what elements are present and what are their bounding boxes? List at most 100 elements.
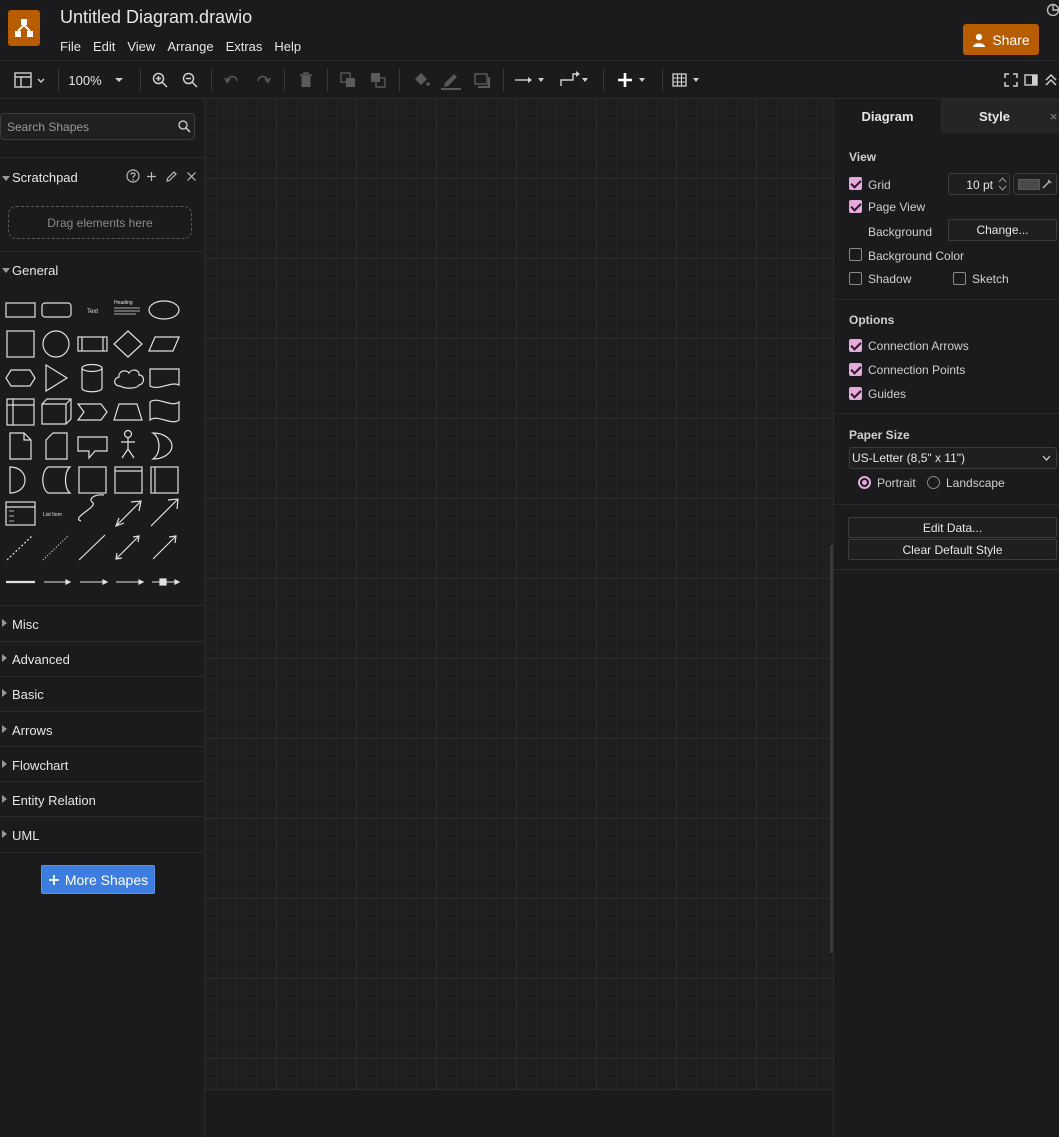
shape-parallelogram[interactable] — [148, 336, 180, 352]
shape-swimlane[interactable] — [114, 466, 143, 494]
shape-text[interactable]: Text — [87, 309, 98, 315]
shape-note[interactable] — [9, 432, 32, 460]
shape-square[interactable] — [6, 330, 35, 358]
shape-callout[interactable] — [77, 436, 108, 460]
shape-trapezoid[interactable] — [113, 403, 143, 421]
document-title[interactable]: Untitled Diagram.drawio — [60, 7, 252, 28]
landscape-radio[interactable] — [927, 476, 940, 489]
scratchpad-header[interactable]: Scratchpad — [0, 169, 205, 189]
search-shapes-box[interactable] — [0, 113, 195, 140]
general-section-header[interactable]: General — [0, 261, 205, 281]
shape-vertical-container[interactable] — [150, 466, 179, 494]
shape-cloud[interactable] — [114, 369, 145, 389]
shape-card[interactable] — [45, 432, 68, 460]
page-view-checkbox[interactable] — [849, 200, 862, 213]
share-button[interactable]: Share — [963, 24, 1039, 55]
change-background-button[interactable]: Change... — [948, 219, 1057, 241]
grid-color-picker[interactable] — [1013, 173, 1057, 195]
line-color-button[interactable] — [440, 69, 462, 91]
background-color-checkbox[interactable] — [849, 248, 862, 261]
table-dropdown[interactable] — [672, 69, 706, 91]
close-icon[interactable] — [186, 171, 197, 182]
search-icon[interactable] — [178, 120, 191, 133]
shape-triangle[interactable] — [45, 363, 69, 393]
connection-arrows-checkbox[interactable] — [849, 339, 862, 352]
shape-bidirectional-arrow[interactable] — [114, 500, 142, 528]
shape-or[interactable] — [150, 432, 173, 460]
section-arrows[interactable]: Arrows — [0, 721, 205, 741]
grid-checkbox[interactable] — [849, 177, 862, 190]
more-shapes-button[interactable]: More Shapes — [41, 865, 155, 894]
shadow-button[interactable] — [471, 69, 493, 91]
insert-dropdown[interactable] — [614, 69, 650, 91]
shape-rectangle[interactable] — [5, 302, 36, 318]
shape-hexagon[interactable] — [5, 369, 36, 387]
delete-button[interactable] — [296, 69, 316, 91]
shape-document[interactable] — [149, 368, 180, 388]
section-uml[interactable]: UML — [0, 826, 205, 846]
connection-style-dropdown[interactable] — [514, 69, 548, 91]
zoom-out-button[interactable] — [180, 69, 200, 91]
format-panel-toggle[interactable] — [12, 69, 46, 91]
redo-button[interactable] — [253, 69, 273, 91]
shape-step[interactable] — [76, 403, 108, 421]
section-entity-relation[interactable]: Entity Relation — [0, 791, 205, 811]
section-basic[interactable]: Basic — [0, 685, 205, 705]
shape-rounded-rectangle[interactable] — [41, 302, 72, 318]
shape-container[interactable] — [78, 466, 107, 494]
shape-edge-with-box[interactable] — [152, 578, 181, 586]
shadow-checkbox[interactable] — [849, 272, 862, 285]
shape-internal-storage[interactable] — [6, 398, 35, 426]
guides-checkbox[interactable] — [849, 387, 862, 400]
paper-size-select[interactable]: US-Letter (8,5" x 11") — [849, 447, 1057, 469]
menu-view[interactable]: View — [127, 39, 161, 54]
to-front-button[interactable] — [338, 69, 358, 91]
connection-points-checkbox[interactable] — [849, 363, 862, 376]
fullscreen-button[interactable] — [1003, 69, 1019, 91]
collapse-button[interactable] — [1043, 69, 1059, 91]
portrait-radio[interactable] — [858, 476, 871, 489]
shape-bidirectional-connector[interactable] — [115, 535, 140, 560]
menu-arrange[interactable]: Arrange — [167, 39, 219, 54]
shape-ellipse[interactable] — [148, 300, 180, 320]
shape-process[interactable] — [77, 336, 108, 352]
sketch-checkbox[interactable] — [953, 272, 966, 285]
diagram-canvas[interactable] — [205, 99, 833, 1089]
dark-mode-icon[interactable] — [1045, 2, 1059, 16]
shape-edge-label-2[interactable] — [80, 579, 109, 585]
tab-diagram[interactable]: Diagram — [834, 99, 941, 133]
to-back-button[interactable] — [368, 69, 388, 91]
menu-file[interactable]: File — [60, 39, 87, 54]
section-misc[interactable]: Misc — [0, 615, 205, 635]
shape-list-item[interactable]: List Item — [43, 512, 62, 518]
shape-delay[interactable] — [9, 466, 26, 494]
shape-cube[interactable] — [41, 398, 72, 425]
edit-data-button[interactable]: Edit Data... — [848, 517, 1057, 538]
clear-default-style-button[interactable]: Clear Default Style — [848, 539, 1057, 560]
shape-arrow[interactable] — [150, 498, 179, 527]
shape-diamond[interactable] — [113, 330, 143, 358]
shape-line[interactable] — [78, 534, 106, 561]
scratchpad-drop-zone[interactable]: Drag elements here — [8, 206, 192, 239]
shape-curve[interactable] — [78, 494, 105, 522]
edit-icon[interactable] — [165, 170, 178, 183]
format-panel-button[interactable] — [1023, 69, 1039, 91]
waypoints-dropdown[interactable] — [558, 69, 592, 91]
menu-help[interactable]: Help — [274, 39, 307, 54]
zoom-dropdown[interactable]: 100% — [68, 69, 126, 91]
add-icon[interactable] — [146, 171, 157, 182]
help-icon[interactable] — [126, 169, 140, 183]
tab-style[interactable]: Style — [941, 99, 1047, 133]
shape-data-storage[interactable] — [42, 466, 72, 494]
zoom-in-button[interactable] — [150, 69, 170, 91]
fill-color-button[interactable] — [410, 69, 432, 91]
section-flowchart[interactable]: Flowchart — [0, 756, 205, 776]
spinner-icon[interactable] — [998, 177, 1007, 191]
shape-circle[interactable] — [42, 330, 70, 358]
shape-dotted-line[interactable] — [42, 534, 70, 561]
shape-dashed-line[interactable] — [6, 534, 34, 561]
section-advanced[interactable]: Advanced — [0, 650, 205, 670]
search-input[interactable] — [7, 119, 167, 135]
menu-extras[interactable]: Extras — [226, 39, 269, 54]
close-panel-icon[interactable]: × — [1047, 99, 1059, 133]
